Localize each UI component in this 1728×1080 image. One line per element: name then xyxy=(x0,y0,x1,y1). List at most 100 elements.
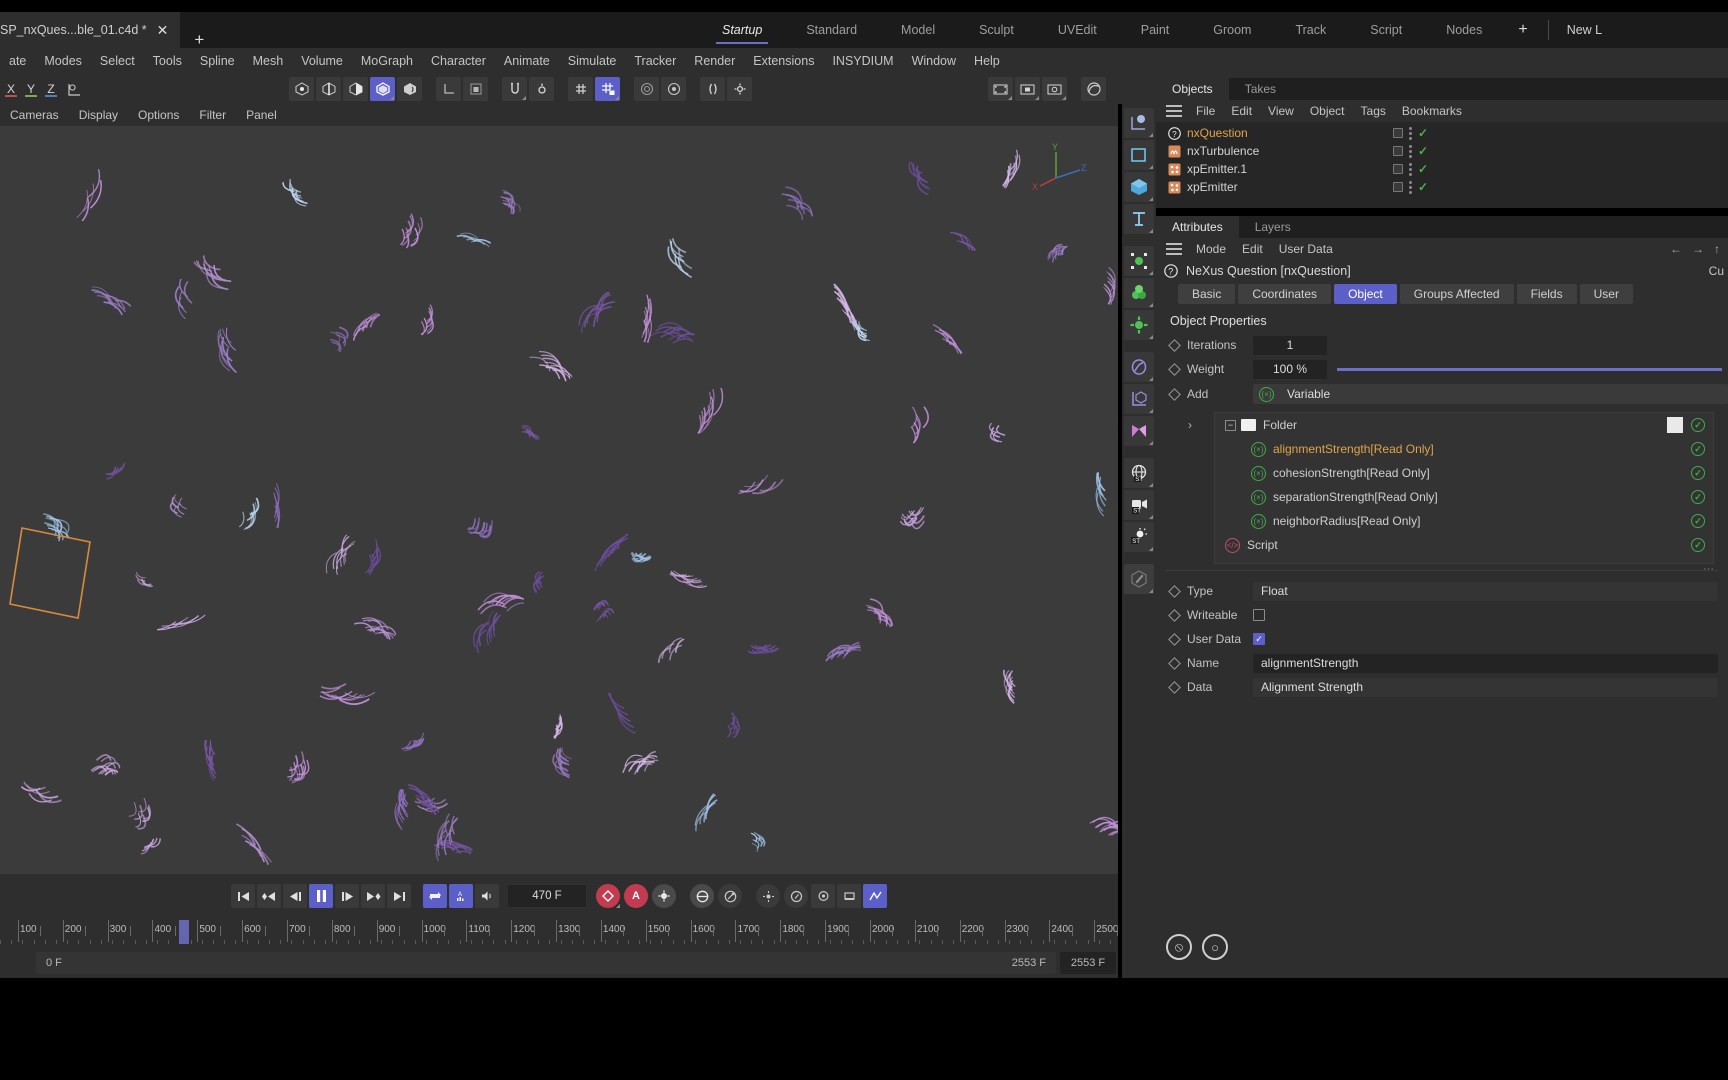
layout-tab-model[interactable]: Model xyxy=(879,12,957,48)
object-row-nxquestion[interactable]: ? nxQuestion ✓ xyxy=(1156,124,1728,142)
menu-hamburger-icon[interactable] xyxy=(1166,105,1182,117)
tab-layers[interactable]: Layers xyxy=(1239,216,1307,238)
object-dots-icon[interactable] xyxy=(1408,162,1412,176)
mograph-effector-icon[interactable] xyxy=(1124,278,1154,308)
render-settings-button[interactable] xyxy=(1042,77,1067,101)
object-enabled-check-icon[interactable]: ✓ xyxy=(1418,126,1428,140)
axis-lock-z-button[interactable]: Z xyxy=(42,78,60,100)
timeline-max-field[interactable]: 2553 F xyxy=(1060,952,1116,974)
name-input[interactable]: alignmentStrength xyxy=(1253,653,1718,673)
tree-row-neighborradius-read-only-[interactable]: (×) neighborRadius[Read Only] ✓ xyxy=(1215,509,1713,533)
layout-tab-uvedit[interactable]: UVEdit xyxy=(1036,12,1119,48)
mograph-cloner-icon[interactable] xyxy=(1124,246,1154,276)
next-frame-button[interactable] xyxy=(335,884,359,908)
axis-lock-y-button[interactable]: Y xyxy=(22,78,40,100)
tree-row-enabled-icon[interactable]: ✓ xyxy=(1691,538,1705,553)
attr-tab-coordinates[interactable]: Coordinates xyxy=(1238,284,1332,304)
attr-tab-user[interactable]: User xyxy=(1579,284,1633,304)
param-level-button[interactable] xyxy=(756,884,780,908)
layout-tab-groom[interactable]: Groom xyxy=(1191,12,1273,48)
menu-select[interactable]: Select xyxy=(91,54,144,68)
next-key-button[interactable] xyxy=(361,884,385,908)
object-dots-icon[interactable] xyxy=(1408,180,1412,194)
tab-attributes[interactable]: Attributes xyxy=(1156,216,1239,238)
timeline-range-field[interactable]: 0 F 2553 F xyxy=(36,952,1056,974)
spline-pen-icon[interactable] xyxy=(1124,140,1154,170)
current-frame-field[interactable]: 470 F xyxy=(508,885,586,907)
object-dots-icon[interactable] xyxy=(1408,126,1412,140)
menu-mesh[interactable]: Mesh xyxy=(244,54,293,68)
viewport-menu-cameras[interactable]: Cameras xyxy=(0,108,69,122)
menu-render[interactable]: Render xyxy=(685,54,744,68)
tree-row-alignmentstrength-read-only-[interactable]: (×) alignmentStrength[Read Only] ✓ xyxy=(1215,437,1713,461)
obj-key-button[interactable] xyxy=(811,884,835,908)
edge-mode-button[interactable] xyxy=(316,77,341,101)
point-mode-button[interactable] xyxy=(289,77,314,101)
tree-row-enabled-icon[interactable]: ✓ xyxy=(1691,490,1705,505)
menu-animate[interactable]: Animate xyxy=(495,54,559,68)
light-icon[interactable]: ST xyxy=(1124,522,1154,552)
animate-diamond-icon[interactable] xyxy=(1168,656,1181,670)
object-visibility-toggle[interactable] xyxy=(1392,146,1403,156)
om-menu-bookmarks[interactable]: Bookmarks xyxy=(1394,104,1470,118)
grid-button[interactable] xyxy=(568,77,593,101)
object-mode-button[interactable] xyxy=(463,77,488,101)
menu-simulate[interactable]: Simulate xyxy=(559,54,626,68)
chevron-right-icon[interactable]: › xyxy=(1188,418,1192,432)
text-spline-icon[interactable] xyxy=(1124,204,1154,234)
menu-window[interactable]: Window xyxy=(903,54,965,68)
close-icon[interactable]: ✕ xyxy=(157,23,169,37)
type-dropdown[interactable]: Float xyxy=(1253,581,1718,601)
camera-icon[interactable]: ST xyxy=(1124,490,1154,520)
om-menu-tags[interactable]: Tags xyxy=(1353,104,1394,118)
object-row-xpemitter[interactable]: xpEmitter ✓ xyxy=(1156,178,1728,196)
layout-tab-nodes[interactable]: Nodes xyxy=(1424,12,1504,48)
layout-tab-startup[interactable]: Startup xyxy=(700,12,784,48)
scale-key-button[interactable] xyxy=(718,884,742,908)
enable-snap-button[interactable] xyxy=(502,77,527,101)
animate-diamond-icon[interactable] xyxy=(1168,680,1181,694)
loop-button[interactable] xyxy=(423,884,447,908)
tree-row-enabled-icon[interactable]: ✓ xyxy=(1691,442,1705,457)
variable-tree[interactable]: − Folder ✓ (×) alignmentStrength[Read Only] ✓… xyxy=(1214,412,1714,564)
render-region-button[interactable] xyxy=(1015,77,1040,101)
am-menu-edit[interactable]: Edit xyxy=(1234,242,1271,256)
viewport[interactable]: Y Z X xyxy=(0,126,1118,874)
menu-insydium[interactable]: INSYDIUM xyxy=(823,54,902,68)
object-enabled-check-icon[interactable]: ✓ xyxy=(1418,162,1428,176)
tab-takes[interactable]: Takes xyxy=(1229,78,1292,100)
mirror-button[interactable] xyxy=(700,77,725,101)
om-menu-file[interactable]: File xyxy=(1188,104,1223,118)
scene-axis-icon[interactable] xyxy=(1124,384,1154,414)
object-visibility-toggle[interactable] xyxy=(1392,182,1403,192)
menu-tools[interactable]: Tools xyxy=(144,54,191,68)
menu-help[interactable]: Help xyxy=(965,54,1009,68)
timeline-playhead[interactable] xyxy=(178,920,189,944)
document-tab[interactable]: SP_nxQues...ble_01.c4d * ✕ xyxy=(0,12,181,48)
grid-lock-button[interactable] xyxy=(595,77,620,101)
object-enabled-check-icon[interactable]: ✓ xyxy=(1418,180,1428,194)
texture-mode-button[interactable] xyxy=(397,77,422,101)
panel-resize-handle[interactable] xyxy=(1166,562,1718,576)
object-row-xpemitter-1[interactable]: xpEmitter.1 ✓ xyxy=(1156,160,1728,178)
model-mode-button[interactable] xyxy=(370,77,395,101)
object-visibility-toggle[interactable] xyxy=(1392,164,1403,174)
animate-diamond-icon[interactable] xyxy=(1168,387,1181,401)
material-preview-button[interactable] xyxy=(1081,77,1106,101)
am-menu-user-data[interactable]: User Data xyxy=(1271,242,1341,256)
menu-tracker[interactable]: Tracker xyxy=(625,54,685,68)
field-icon[interactable] xyxy=(1124,416,1154,446)
menu-ate[interactable]: ate xyxy=(0,54,35,68)
go-to-end-button[interactable] xyxy=(387,884,411,908)
menu-spline[interactable]: Spline xyxy=(191,54,244,68)
attr-tab-object[interactable]: Object xyxy=(1334,284,1397,304)
attr-tab-fields[interactable]: Fields xyxy=(1516,284,1577,304)
menu-mograph[interactable]: MoGraph xyxy=(352,54,422,68)
point-level-button[interactable] xyxy=(784,884,808,908)
add-variable-button[interactable]: (×) Variable xyxy=(1253,384,1728,404)
workplane-button[interactable] xyxy=(634,77,659,101)
up-arrow-icon[interactable]: ↑ xyxy=(1714,242,1720,256)
layout-tab-sculpt[interactable]: Sculpt xyxy=(957,12,1036,48)
animate-diamond-icon[interactable] xyxy=(1168,584,1181,598)
deformer-icon[interactable] xyxy=(1124,352,1154,382)
